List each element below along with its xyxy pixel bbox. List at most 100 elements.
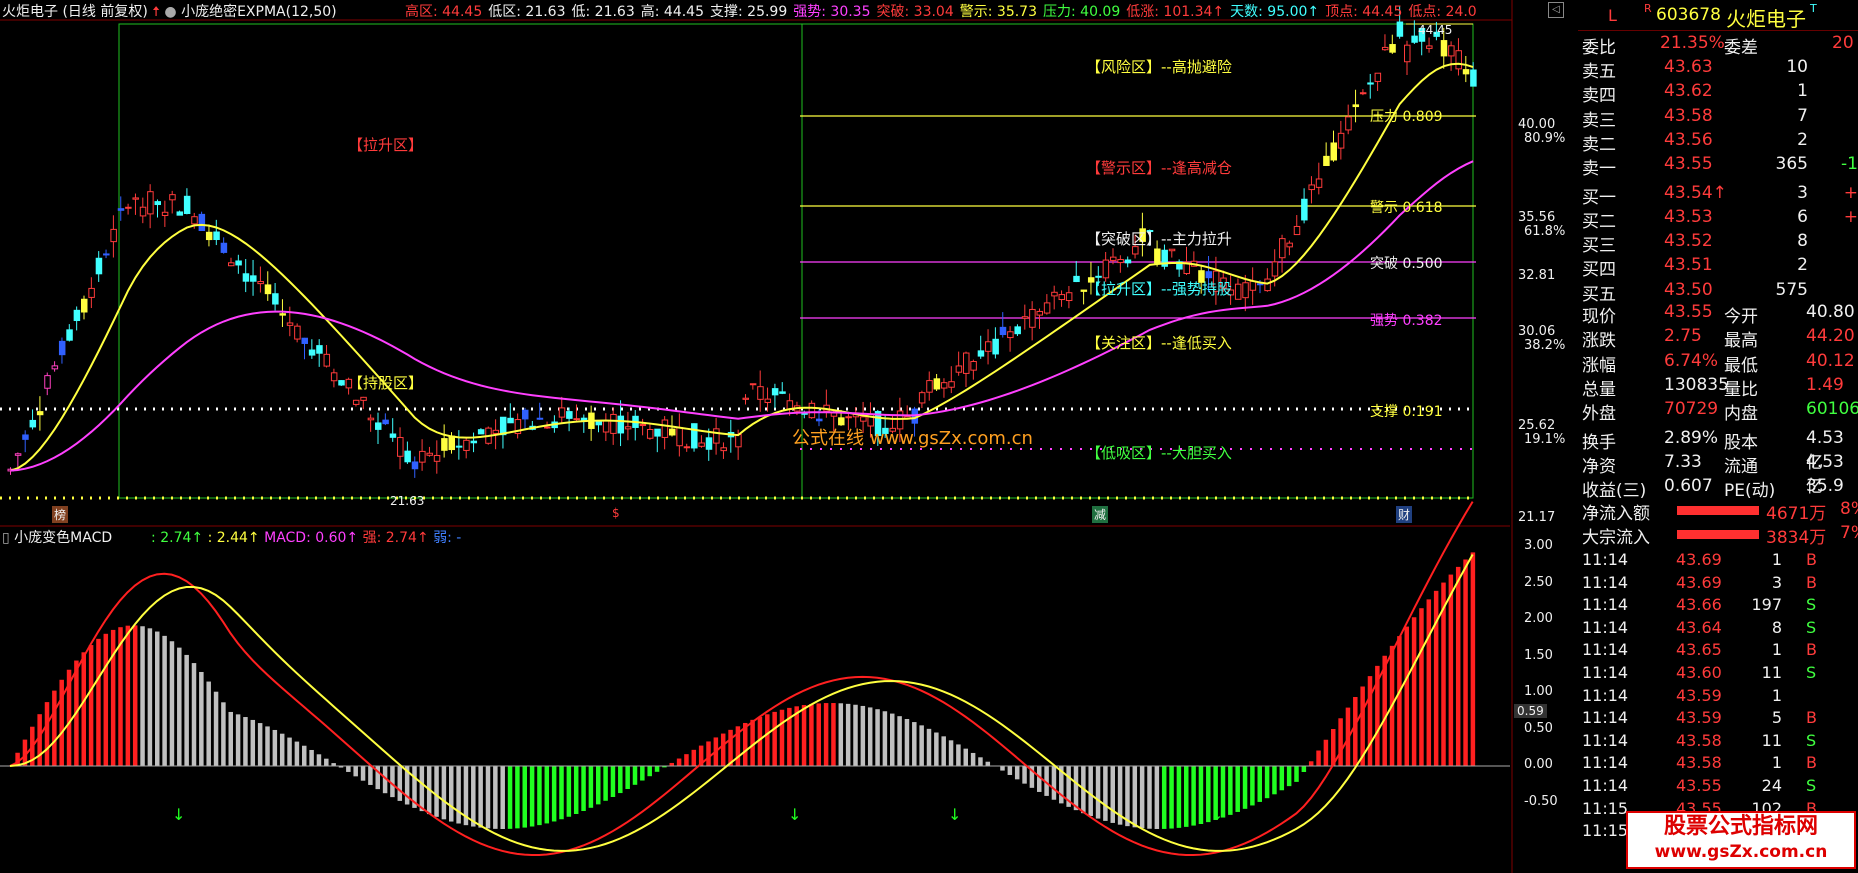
tick-row-4[interactable]: 11:14 43.65 1 B xyxy=(1582,640,1858,663)
tick-vol: 197 xyxy=(1751,595,1782,615)
flow-pct: 7% xyxy=(1840,523,1858,543)
price-tick-2: 32.81 xyxy=(1518,268,1556,283)
quote-panel: L R 603678 火炬电子 T 委比 21.35% 委差 20 卖五 43.6… xyxy=(1578,0,1858,873)
tick-price: 43.64 xyxy=(1676,617,1722,637)
tick-price: 43.58 xyxy=(1676,730,1722,750)
top-value-8: 压力: 40.09 xyxy=(1043,4,1121,20)
stat-label: 量比 xyxy=(1724,379,1758,400)
quote-L: L xyxy=(1608,6,1617,25)
macd-header: ▯ 小庞变色MACD : 2.74↑ : 2.44↑ MACD: 0.60↑ 强… xyxy=(2,527,461,547)
tick-row-9[interactable]: 11:14 43.58 1 B xyxy=(1582,753,1858,776)
tick-price: 43.59 xyxy=(1676,708,1722,728)
indicator-name[interactable]: 小庞绝密EXPMA(12,50) xyxy=(181,4,337,20)
tick-side: S xyxy=(1806,730,1817,750)
ask-row-3[interactable]: 卖二 43.56 2 xyxy=(1582,129,1858,155)
tick-price: 43.55 xyxy=(1676,776,1722,795)
marker-4: 财 xyxy=(1396,506,1413,523)
stat-row-1: 涨跌 2.75 最高 44.20 xyxy=(1582,326,1858,352)
tick-row-0[interactable]: 11:14 43.69 1 B xyxy=(1582,550,1858,573)
pct-tick-0: 80.9% xyxy=(1524,131,1566,146)
tick-row-10[interactable]: 11:14 43.55 24 S xyxy=(1582,776,1858,799)
tick-row-8[interactable]: 11:14 43.58 11 S xyxy=(1582,731,1858,754)
flow-bar xyxy=(1677,530,1759,539)
bid-row-5[interactable]: 买一 43.54↑ 3 + xyxy=(1582,183,1858,208)
stat-value: 7.33 xyxy=(1664,451,1702,472)
weicha-label: 委差 xyxy=(1724,38,1758,58)
stat-value: 40.12 xyxy=(1806,350,1855,371)
stat-value: 2.75 xyxy=(1664,326,1702,347)
stock-name: 火炬电子 xyxy=(2,4,58,20)
book-label: 卖二 xyxy=(1582,134,1616,155)
tick-row-1[interactable]: 11:14 43.69 3 B xyxy=(1582,573,1858,596)
book-price: 43.56 xyxy=(1664,129,1713,150)
macd-dropdown-icon[interactable]: ▯ xyxy=(2,530,10,546)
bid-row-6[interactable]: 买二 43.53 6 + xyxy=(1582,206,1858,232)
bid-row-9[interactable]: 买五 43.50 575 xyxy=(1582,280,1858,305)
top-value-6: 突破: 33.04 xyxy=(876,4,954,20)
book-price: 43.62 xyxy=(1664,81,1713,102)
book-label: 买五 xyxy=(1582,284,1616,305)
zone-warn: 【警示区】--逢高减仓 xyxy=(1086,159,1232,177)
zone-left-pull: 【拉升区】 xyxy=(348,136,424,154)
flow-value: 3834万 xyxy=(1766,528,1827,548)
tick-row-2[interactable]: 11:14 43.66 197 S xyxy=(1582,595,1858,618)
ask-row-2[interactable]: 卖三 43.58 7 xyxy=(1582,105,1858,131)
book-vol: 6 xyxy=(1797,206,1808,227)
macd-weak: 弱: - xyxy=(433,530,462,546)
tick-row-7[interactable]: 11:14 43.59 5 B xyxy=(1582,708,1858,731)
quote-header: L R 603678 火炬电子 T xyxy=(1578,0,1858,31)
tick-row-3[interactable]: 11:14 43.64 8 S xyxy=(1582,618,1858,641)
chart-panel[interactable]: ↓ ↓ ↓ ↓ 火炬电子 (日线 前复权) 🠅 ● 小庞绝密EXPMA(12,50) … xyxy=(0,0,1570,873)
macd-name[interactable]: 小庞变色MACD xyxy=(14,530,112,546)
ask-row-0[interactable]: 卖五 43.63 10 xyxy=(1582,57,1858,82)
tick-time: 11:14 xyxy=(1582,595,1629,615)
bid-row-7[interactable]: 买三 43.52 8 xyxy=(1582,231,1858,257)
stat-value: 44.20 xyxy=(1806,326,1855,347)
tick-side: S xyxy=(1806,617,1817,637)
zone-focus: 【关注区】--逢低买入 xyxy=(1086,334,1232,352)
stat-label: 最高 xyxy=(1724,331,1758,352)
book-label: 卖一 xyxy=(1582,159,1616,180)
tick-time: 11:14 xyxy=(1582,776,1629,795)
tick-row-5[interactable]: 11:14 43.60 11 S xyxy=(1582,663,1858,686)
stat-label: 股本 xyxy=(1724,432,1758,453)
tick-row-6[interactable]: 11:14 43.59 1 xyxy=(1582,686,1858,709)
top-value-0: 高区: 44.45 xyxy=(405,4,483,20)
stat-label: 流通 xyxy=(1724,456,1758,477)
tick-price: 43.69 xyxy=(1676,550,1722,569)
ask-row-4[interactable]: 卖一 43.55 365 -1 xyxy=(1582,154,1858,180)
indicator-dropdown-icon[interactable]: ● xyxy=(164,4,176,20)
book-price: 43.52 xyxy=(1664,231,1713,252)
book-label: 买三 xyxy=(1582,236,1616,257)
macd-tick-2: 2.00 xyxy=(1524,611,1553,626)
logo-line1: 股票公式指标网 xyxy=(1663,814,1818,839)
ask-row-1[interactable]: 卖四 43.62 1 xyxy=(1582,81,1858,106)
low-mark: 21.63 xyxy=(390,494,425,508)
stat-label: 内盘 xyxy=(1724,404,1758,425)
top-value-1: 低区: 21.63 xyxy=(488,4,566,20)
book-vol: 8 xyxy=(1797,231,1808,252)
tick-side: S xyxy=(1806,595,1817,615)
settings-icon[interactable]: ◁ xyxy=(1548,2,1564,18)
stat-label: 净资 xyxy=(1582,456,1616,477)
stat-label: 最低 xyxy=(1724,355,1758,376)
book-label: 卖三 xyxy=(1582,110,1616,131)
book-price: 43.58 xyxy=(1664,105,1713,126)
zone-pull: 【拉升区】--强势持股 xyxy=(1086,280,1232,298)
price-tick-4: 25.62 xyxy=(1518,418,1556,433)
kline-canvas[interactable]: ↓ ↓ ↓ ↓ xyxy=(0,0,1578,873)
tick-time: 11:14 xyxy=(1582,663,1629,682)
macd-tick-4: 1.00 xyxy=(1524,684,1553,699)
indicator-values-bar: 高区: 44.45 低区: 21.63 低: 21.63 高: 44.45 支撑: 25… xyxy=(405,1,1483,21)
tick-time: 11:14 xyxy=(1582,730,1629,750)
quote-name: 火炬电子 xyxy=(1726,7,1806,31)
tick-vol: 3 xyxy=(1771,572,1782,592)
bid-row-8[interactable]: 买四 43.51 2 xyxy=(1582,255,1858,280)
stat-row-0: 现价 43.55 今开 40.80 xyxy=(1582,302,1858,327)
svg-text:↓: ↓ xyxy=(948,805,961,824)
tick-vol: 8 xyxy=(1771,617,1782,637)
up-arrow-icon: 🠅 xyxy=(152,4,160,20)
top-value-4: 支撑: 25.99 xyxy=(710,4,788,20)
level-press: 压力 0.809 xyxy=(1370,109,1443,125)
stat-row-7: 收益(三) 0.607 PE(动) 35.9 xyxy=(1582,476,1858,501)
